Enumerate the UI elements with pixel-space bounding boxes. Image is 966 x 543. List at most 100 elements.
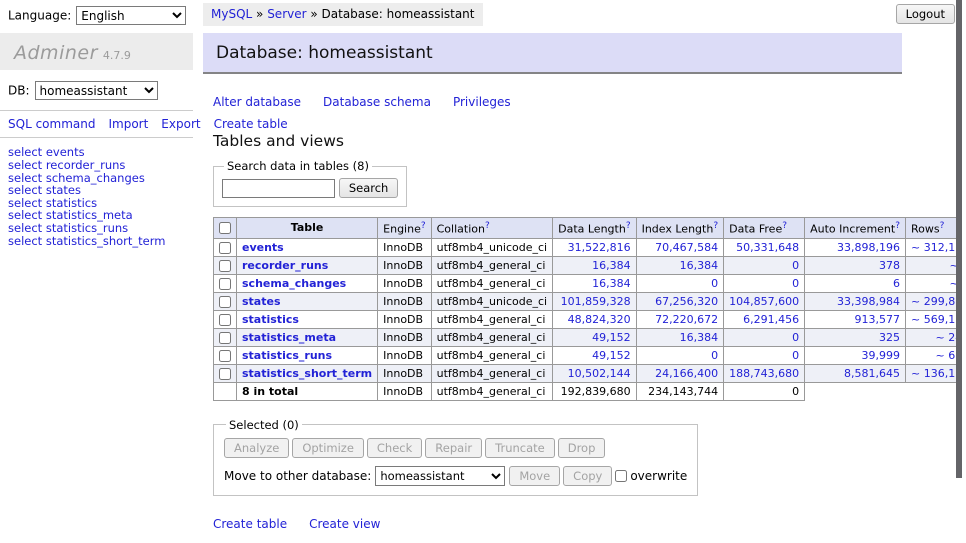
language-select[interactable]: English [76, 6, 186, 25]
row-checkbox[interactable] [219, 242, 231, 254]
table-name-link[interactable]: statistics [242, 313, 299, 326]
db-select[interactable]: homeassistant [35, 81, 158, 100]
data-length-cell-link[interactable]: 16,384 [592, 259, 631, 272]
data-length-cell-link[interactable]: 16,384 [592, 277, 631, 290]
index-length-cell-link[interactable]: 0 [711, 277, 718, 290]
column-help-icon[interactable]: ? [713, 221, 718, 231]
db-label: DB: [8, 84, 30, 98]
auto-increment-cell-link[interactable]: 378 [879, 259, 900, 272]
database-nav-link[interactable]: Database schema [323, 95, 431, 109]
row-checkbox[interactable] [219, 314, 231, 326]
data-free-cell-link[interactable]: 0 [792, 277, 799, 290]
select-all-checkbox[interactable] [219, 222, 231, 234]
column-help-icon[interactable]: ? [782, 221, 787, 231]
create-link[interactable]: Create table [213, 517, 287, 531]
database-nav-link[interactable]: Privileges [453, 95, 511, 109]
db-select-row: DB: homeassistant [0, 70, 193, 110]
data-length-cell-link[interactable]: 48,824,320 [568, 313, 631, 326]
move-button[interactable]: Move [509, 466, 560, 486]
data-free-cell-link[interactable]: 0 [792, 331, 799, 344]
engine-cell: InnoDB [378, 238, 431, 256]
sidebar-select-link[interactable]: select states [8, 184, 185, 197]
data-length-cell-link[interactable]: 49,152 [592, 349, 631, 362]
index-length-cell-link[interactable]: 16,384 [680, 259, 719, 272]
row-checkbox[interactable] [219, 332, 231, 344]
index-length-cell-link[interactable]: 70,467,584 [655, 241, 718, 254]
data-free-cell-link[interactable]: 0 [792, 259, 799, 272]
column-help-icon[interactable]: ? [895, 221, 900, 231]
auto-increment-cell-link[interactable]: 325 [879, 331, 900, 344]
index-length-cell-link[interactable]: 0 [711, 349, 718, 362]
table-name: statistics_runs [237, 346, 378, 364]
data-length-cell-link[interactable]: 10,502,144 [568, 367, 631, 380]
adminer-logo-text[interactable]: Adminer [14, 42, 98, 64]
index-length-cell-link[interactable]: 16,384 [680, 331, 719, 344]
breadcrumb-link[interactable]: MySQL [211, 7, 252, 21]
main-content: MySQL » Server » Database: homeassistant… [203, 0, 966, 543]
table-name-link[interactable]: states [242, 295, 281, 308]
table-name-link[interactable]: statistics_runs [242, 349, 332, 362]
auto-increment-cell-link[interactable]: 33,898,196 [837, 241, 900, 254]
row-checkbox[interactable] [219, 260, 231, 272]
data-free-cell-link[interactable]: 188,743,680 [729, 367, 799, 380]
repair-button[interactable]: Repair [425, 438, 482, 458]
data-free-cell-link[interactable]: 6,291,456 [743, 313, 799, 326]
overwrite-label[interactable]: overwrite [630, 469, 687, 483]
column-help-icon[interactable]: ? [421, 221, 426, 231]
auto-increment-cell-link[interactable]: 6 [893, 277, 900, 290]
data-free-cell-link[interactable]: 104,857,600 [729, 295, 799, 308]
drop-button[interactable]: Drop [558, 438, 606, 458]
auto-increment-cell-link[interactable]: 39,999 [862, 349, 901, 362]
column-help-icon[interactable]: ? [940, 221, 945, 231]
index-length-cell-link[interactable]: 67,256,320 [655, 295, 718, 308]
row-checkbox[interactable] [219, 296, 231, 308]
move-db-select[interactable]: homeassistant [375, 466, 505, 486]
auto-increment-cell-link[interactable]: 913,577 [855, 313, 901, 326]
collation-cell: utf8mb4_unicode_ci [431, 238, 552, 256]
check-button[interactable]: Check [367, 438, 422, 458]
sidebar-action-link[interactable]: SQL command [8, 117, 95, 131]
analyze-button[interactable]: Analyze [224, 438, 289, 458]
data-length-cell-link[interactable]: 101,859,328 [561, 295, 631, 308]
index-length-cell-link[interactable]: 24,166,400 [655, 367, 718, 380]
data-length-cell-link[interactable]: 49,152 [592, 331, 631, 344]
row-checkbox[interactable] [219, 368, 231, 380]
table-name-link[interactable]: recorder_runs [242, 259, 328, 272]
search-button[interactable]: Search [339, 178, 399, 198]
truncate-button[interactable]: Truncate [485, 438, 555, 458]
overwrite-checkbox[interactable] [615, 470, 627, 482]
data-length-cell-link[interactable]: 31,522,816 [568, 241, 631, 254]
row-checkbox[interactable] [219, 350, 231, 362]
scrollbar-thumb[interactable] [956, 0, 962, 478]
breadcrumb-link[interactable]: Server [267, 7, 306, 21]
sidebar-action-link[interactable]: Export [161, 117, 200, 131]
row-checkbox-cell [214, 364, 237, 382]
sidebar-select-link[interactable]: select statistics_runs [8, 222, 185, 235]
search-input[interactable] [222, 179, 335, 198]
logout-button[interactable]: Logout [896, 4, 955, 24]
table-name-link[interactable]: statistics_short_term [242, 367, 372, 380]
row-checkbox[interactable] [219, 278, 231, 290]
table-name-link[interactable]: events [242, 241, 284, 254]
column-help-icon[interactable]: ? [626, 221, 631, 231]
table-name-link[interactable]: schema_changes [242, 277, 346, 290]
column-header-label: Data Length [558, 223, 626, 236]
vertical-scrollbar[interactable] [956, 0, 966, 543]
index-length-cell-link[interactable]: 72,220,672 [655, 313, 718, 326]
language-label: Language: [8, 9, 71, 23]
column-help-icon[interactable]: ? [485, 221, 490, 231]
database-nav-link[interactable]: Alter database [213, 95, 301, 109]
auto-increment-cell-link[interactable]: 8,581,645 [844, 367, 900, 380]
adminer-version[interactable]: 4.7.9 [103, 49, 131, 62]
sidebar-action-link[interactable]: Import [108, 117, 148, 131]
language-row: Language: English [0, 0, 193, 25]
create-link[interactable]: Create view [309, 517, 380, 531]
table-name-link[interactable]: statistics_meta [242, 331, 336, 344]
copy-button[interactable]: Copy [563, 466, 612, 486]
data-free-cell-link[interactable]: 50,331,648 [736, 241, 799, 254]
sidebar-select-link[interactable]: select statistics_short_term [8, 235, 185, 248]
optimize-button[interactable]: Optimize [292, 438, 364, 458]
data-free-cell-link[interactable]: 0 [792, 349, 799, 362]
sidebar-select-link[interactable]: select recorder_runs [8, 159, 185, 172]
auto-increment-cell-link[interactable]: 33,398,984 [837, 295, 900, 308]
